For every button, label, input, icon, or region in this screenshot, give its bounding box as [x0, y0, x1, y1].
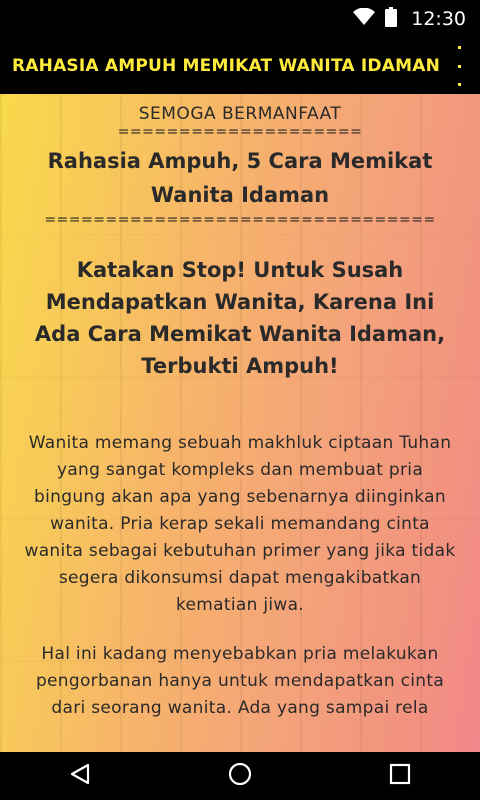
article-title: Rahasia Ampuh, 5 Cara Memikat Wanita Ida… — [47, 149, 433, 207]
overflow-dot-icon — [457, 83, 461, 86]
home-button[interactable] — [210, 752, 270, 800]
overflow-dot-icon — [457, 46, 461, 49]
article-content[interactable]: SEMOGA BERMANFAAT ==================== R… — [0, 94, 480, 752]
article-paragraph-2: Hal ini kadang menyebabkan pria melakuka… — [35, 644, 445, 718]
article-paragraph-1: Wanita memang sebuah makhluk ciptaan Tuh… — [24, 433, 456, 615]
app-bar: RAHASIA AMPUH MEMIKAT WANITA IDAMAN — [0, 38, 480, 94]
home-icon — [227, 761, 253, 791]
navigation-bar — [0, 752, 480, 800]
separator-short: ==================== — [117, 124, 363, 140]
separator-long: ================================ — [44, 212, 436, 228]
back-button[interactable] — [50, 752, 110, 800]
overflow-menu-button[interactable] — [454, 46, 464, 86]
overflow-dot-icon — [457, 64, 461, 68]
battery-icon — [385, 7, 398, 31]
article-headline: Katakan Stop! Untuk Susah Mendapatkan Wa… — [34, 258, 446, 378]
article-subtitle: SEMOGA BERMANFAAT — [138, 104, 342, 124]
wifi-icon — [353, 7, 376, 30]
recents-button[interactable] — [370, 752, 430, 800]
back-icon — [68, 762, 92, 790]
status-bar: 12:30 — [0, 0, 480, 38]
status-time: 12:30 — [411, 8, 466, 30]
recents-icon — [389, 763, 411, 789]
app-title: RAHASIA AMPUH MEMIKAT WANITA IDAMAN — [12, 56, 440, 76]
